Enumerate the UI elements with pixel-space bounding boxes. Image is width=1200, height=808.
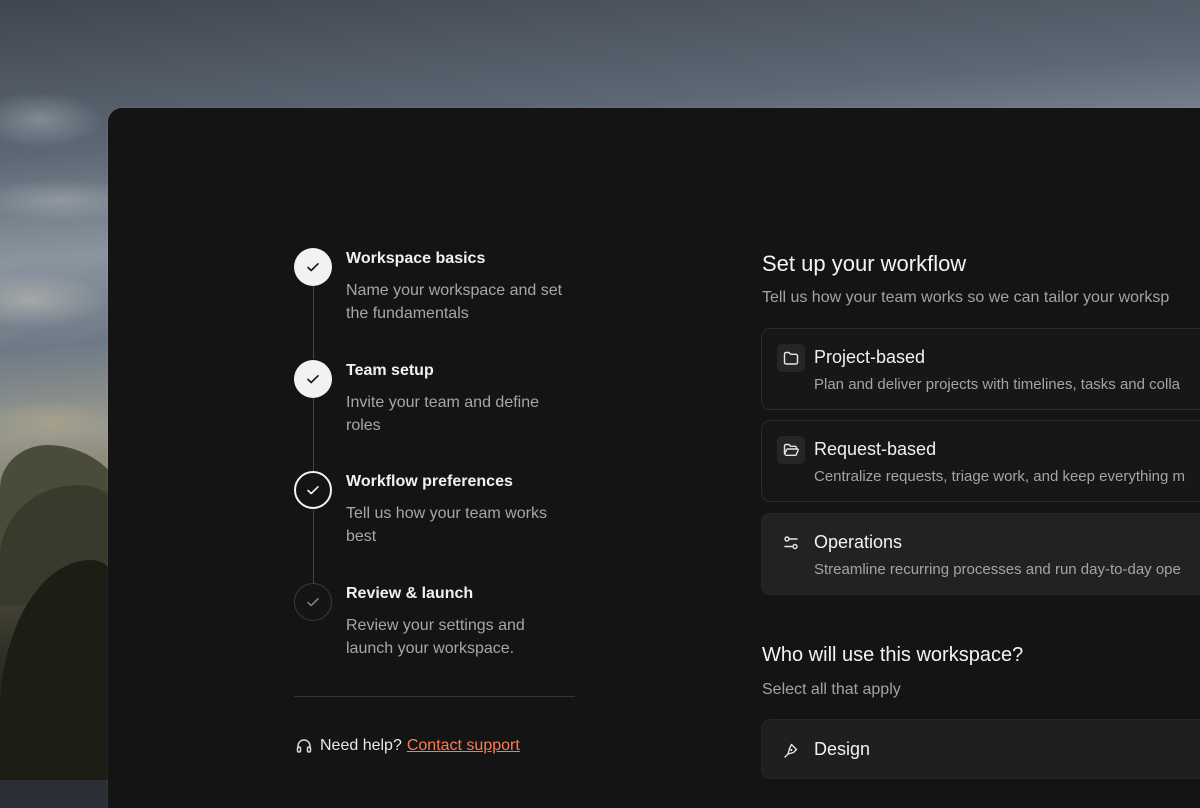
step-description: Tell us how your team works best [346, 505, 547, 545]
step-title: Team setup [346, 362, 434, 379]
divider [294, 696, 575, 697]
step-connector [313, 286, 314, 359]
help-label: Need help? [320, 737, 402, 754]
option-icon-box [777, 736, 805, 764]
step-status [294, 360, 332, 398]
option-title: Operations [814, 532, 903, 552]
option-description: Streamline recurring processes and run d… [814, 561, 1181, 578]
folder-open-icon [783, 443, 799, 456]
help-row: Need help? Contact support [295, 737, 520, 755]
option-title: Request-based [814, 439, 937, 459]
step-connector [313, 510, 314, 585]
option-design[interactable]: Design [761, 719, 1200, 779]
option-icon-box [777, 529, 805, 557]
section-subtitle: Tell us how your team works so we can ta… [762, 289, 1170, 306]
check-icon [307, 375, 319, 384]
step-title: Review & launch [346, 585, 474, 602]
step-status [294, 471, 332, 509]
option-icon-box [777, 344, 805, 372]
option-operations[interactable]: Operations Streamline recurring processe… [761, 513, 1200, 595]
step-description: Invite your team and define roles [346, 394, 540, 434]
section-title: Who will use this workspace? [762, 644, 1024, 666]
option-icon-box [777, 436, 805, 464]
option-description: Plan and deliver projects with timelines… [814, 376, 1181, 393]
option-request-based[interactable]: Request-based Centralize requests, triag… [761, 420, 1200, 502]
option-title: Project-based [814, 347, 926, 367]
step-description: Review your settings and launch your wor… [346, 617, 525, 657]
step-status [294, 248, 332, 286]
pen-tool-icon [784, 743, 798, 758]
section-subtitle: Select all that apply [762, 681, 901, 698]
check-icon [307, 486, 319, 495]
check-icon [307, 598, 319, 607]
headset-icon [296, 739, 312, 753]
option-description: Centralize requests, triage work, and ke… [814, 468, 1186, 485]
step-description: Name your workspace and set the fundamen… [346, 282, 563, 322]
step-title: Workspace basics [346, 250, 486, 267]
option-title: Design [814, 739, 871, 759]
section-title: Set up your workflow [762, 251, 967, 276]
folder-icon [783, 351, 799, 365]
sliders-icon [784, 536, 798, 550]
step-status [294, 583, 332, 621]
contact-support-link[interactable]: Contact support [407, 737, 520, 755]
step-title: Workflow preferences [346, 473, 513, 490]
check-icon [307, 263, 319, 272]
option-project-based[interactable]: Project-based Plan and deliver projects … [761, 328, 1200, 410]
step-connector [313, 398, 314, 471]
